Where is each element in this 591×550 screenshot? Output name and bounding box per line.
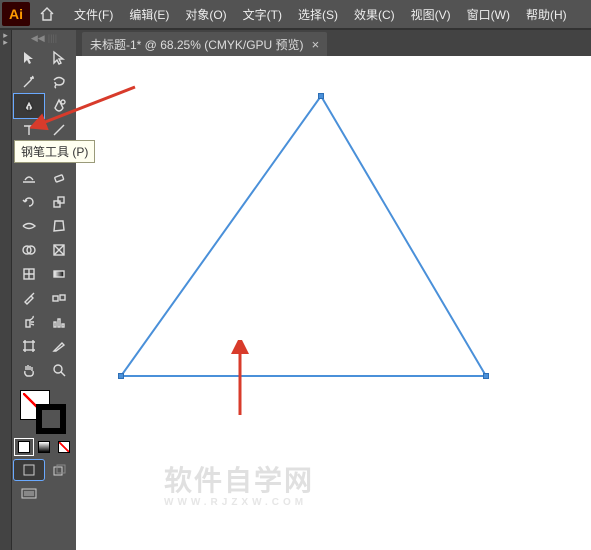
anchor-left[interactable] [118,373,124,379]
dock-collapse-icon: ▸▸ [3,32,8,550]
draw-normal-icon[interactable] [14,460,44,480]
perspective-tool[interactable] [44,238,74,262]
shaper-tool[interactable] [14,166,44,190]
color-mode-gradient[interactable] [34,438,54,456]
dock-strip[interactable]: ▸▸ [0,30,12,550]
gradient-tool[interactable] [44,262,74,286]
free-transform-tool[interactable] [44,214,74,238]
mesh-tool[interactable] [14,262,44,286]
pen-tool-tooltip: 钢笔工具 (P) [14,140,95,163]
canvas[interactable]: 软件自学网 WWW.RJZXW.COM [76,56,591,550]
menu-window[interactable]: 窗口(W) [459,0,518,28]
menu-object[interactable]: 对象(O) [177,0,234,28]
eyedropper-tool[interactable] [14,286,44,310]
screen-mode-row2 [14,484,74,504]
draw-behind-icon[interactable] [44,460,74,480]
close-icon[interactable]: × [312,37,320,52]
menu-items: 文件(F) 编辑(E) 对象(O) 文字(T) 选择(S) 效果(C) 视图(V… [66,0,575,28]
slice-tool[interactable] [44,334,74,358]
shape-builder-tool[interactable] [14,238,44,262]
document-tabbar: 未标题-1* @ 68.25% (CMYK/GPU 预览) × [76,30,591,56]
menu-file[interactable]: 文件(F) [66,0,121,28]
symbol-sprayer-tool[interactable] [14,310,44,334]
fill-stroke-swatch[interactable] [14,388,74,434]
document-tab[interactable]: 未标题-1* @ 68.25% (CMYK/GPU 预览) × [82,32,327,56]
column-graph-tool[interactable] [44,310,74,334]
rotate-tool[interactable] [14,190,44,214]
anchor-top[interactable] [318,93,324,99]
annotation-arrow-to-base [220,340,260,420]
menu-view[interactable]: 视图(V) [403,0,459,28]
watermark-url: WWW.RJZXW.COM [164,497,314,508]
hand-tool[interactable] [14,358,44,382]
color-mode-row [14,438,74,456]
stroke-swatch[interactable] [36,404,66,434]
annotation-arrow-to-pen [30,82,140,137]
triangle-path[interactable] [121,96,521,416]
zoom-tool[interactable] [44,358,74,382]
screen-mode-icon[interactable] [14,484,44,504]
watermark: 软件自学网 WWW.RJZXW.COM [164,466,314,508]
artboard-tool[interactable] [14,334,44,358]
menubar: Ai 文件(F) 编辑(E) 对象(O) 文字(T) 选择(S) 效果(C) 视… [0,0,591,28]
menu-help[interactable]: 帮助(H) [518,0,575,28]
app-logo: Ai [2,2,30,26]
screen-mode-row [14,460,74,480]
color-mode-solid[interactable] [14,438,34,456]
selection-tool[interactable] [14,46,44,70]
watermark-text: 软件自学网 [164,465,314,496]
menu-type[interactable]: 文字(T) [235,0,290,28]
menu-select[interactable]: 选择(S) [290,0,346,28]
scale-tool[interactable] [44,190,74,214]
blend-tool[interactable] [44,286,74,310]
menu-effect[interactable]: 效果(C) [346,0,403,28]
toolbox-grip[interactable]: ◀◀|||| [14,34,74,42]
color-mode-none[interactable] [54,438,74,456]
document-tab-title: 未标题-1* @ 68.25% (CMYK/GPU 预览) [90,36,304,53]
home-icon[interactable] [34,2,60,26]
anchor-right[interactable] [483,373,489,379]
direct-selection-tool[interactable] [44,46,74,70]
menu-edit[interactable]: 编辑(E) [121,0,177,28]
width-tool[interactable] [14,214,44,238]
eraser-tool[interactable] [44,166,74,190]
